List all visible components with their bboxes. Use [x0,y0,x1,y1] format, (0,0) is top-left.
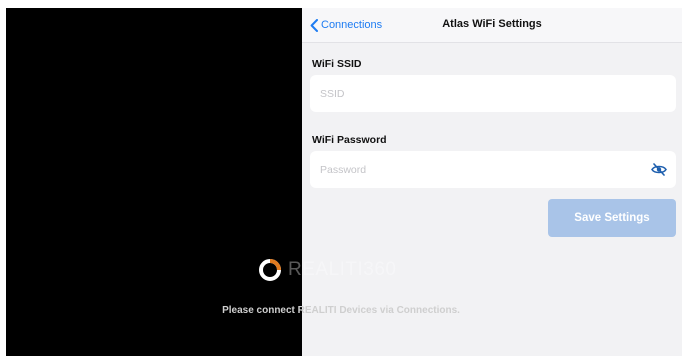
back-button-label: Connections [321,19,383,31]
ssid-field-container [310,75,676,112]
chevron-left-icon [310,18,318,32]
brand-name: REALITI360 [288,259,397,280]
eye-slash-icon [651,163,667,176]
wifi-settings-panel: Connections Atlas WiFi Settings WiFi SSI… [302,8,682,356]
ssid-input[interactable] [310,75,676,112]
brand-logo: REALITI360 [258,257,397,283]
back-button[interactable]: Connections [310,17,382,33]
password-field-container [310,151,676,188]
page-title: Atlas WiFi Settings [442,18,542,30]
ssid-label: WiFi SSID [312,58,362,70]
password-label: WiFi Password [312,134,387,146]
app-display-area [6,8,302,356]
password-input[interactable] [310,151,676,188]
navigation-bar: Connections Atlas WiFi Settings [302,8,682,43]
connect-devices-message: Please connect REALITI Devices via Conne… [222,305,460,316]
password-visibility-toggle[interactable] [651,163,667,176]
save-settings-button[interactable]: Save Settings [548,199,676,237]
brand-ring-icon [259,259,281,281]
